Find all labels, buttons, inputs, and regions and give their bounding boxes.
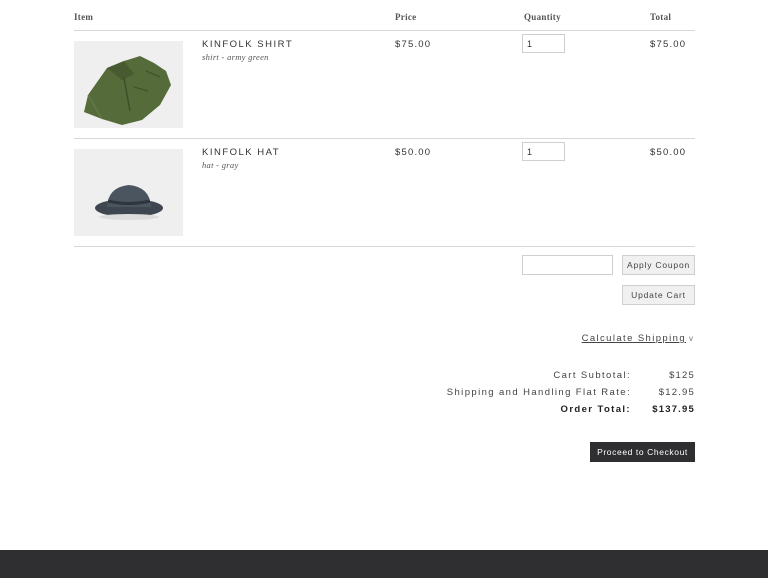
cart-table: Item Price Quantity Total KINFOLK SHIRT … <box>74 0 695 247</box>
product-price: $75.00 <box>395 39 432 50</box>
cart-subtotal-value: $125 <box>669 370 695 381</box>
order-total-label: Order Total: <box>560 404 631 415</box>
table-header: Item Price Quantity Total <box>74 0 695 31</box>
shipping-value: $12.95 <box>658 387 695 398</box>
footer <box>0 550 768 578</box>
product-name[interactable]: KINFOLK HAT <box>202 147 280 158</box>
coupon-input[interactable] <box>522 255 613 275</box>
shirt-image[interactable] <box>74 41 183 128</box>
cart-row-hat: KINFOLK HAT hat - gray $50.00 $50.00 <box>74 139 695 247</box>
cart-subtotal-label: Cart Subtotal: <box>553 370 631 381</box>
header-total: Total <box>650 12 672 22</box>
row-total: $50.00 <box>650 147 687 158</box>
row-total: $75.00 <box>650 39 687 50</box>
product-name[interactable]: KINFOLK SHIRT <box>202 39 293 50</box>
quantity-input[interactable] <box>522 34 565 53</box>
hat-image[interactable] <box>74 149 183 236</box>
header-item: Item <box>74 12 94 22</box>
apply-coupon-button[interactable]: Apply Coupon <box>622 255 695 275</box>
quantity-input[interactable] <box>522 142 565 161</box>
cart-row-shirt: KINFOLK SHIRT shirt - army green $75.00 … <box>74 31 695 139</box>
calculate-shipping-link[interactable]: Calculate Shipping <box>582 333 686 344</box>
shipping-label: Shipping and Handling Flat Rate: <box>446 387 631 398</box>
header-quantity: Quantity <box>524 12 561 22</box>
product-variant: hat - gray <box>202 160 239 170</box>
header-price: Price <box>395 12 417 22</box>
product-variant: shirt - army green <box>202 52 269 62</box>
proceed-to-checkout-button[interactable]: Proceed to Checkout <box>590 442 695 462</box>
update-cart-button[interactable]: Update Cart <box>622 285 695 305</box>
chevron-down-icon[interactable]: v <box>689 334 693 343</box>
order-total-value: $137.95 <box>652 404 695 415</box>
product-price: $50.00 <box>395 147 432 158</box>
